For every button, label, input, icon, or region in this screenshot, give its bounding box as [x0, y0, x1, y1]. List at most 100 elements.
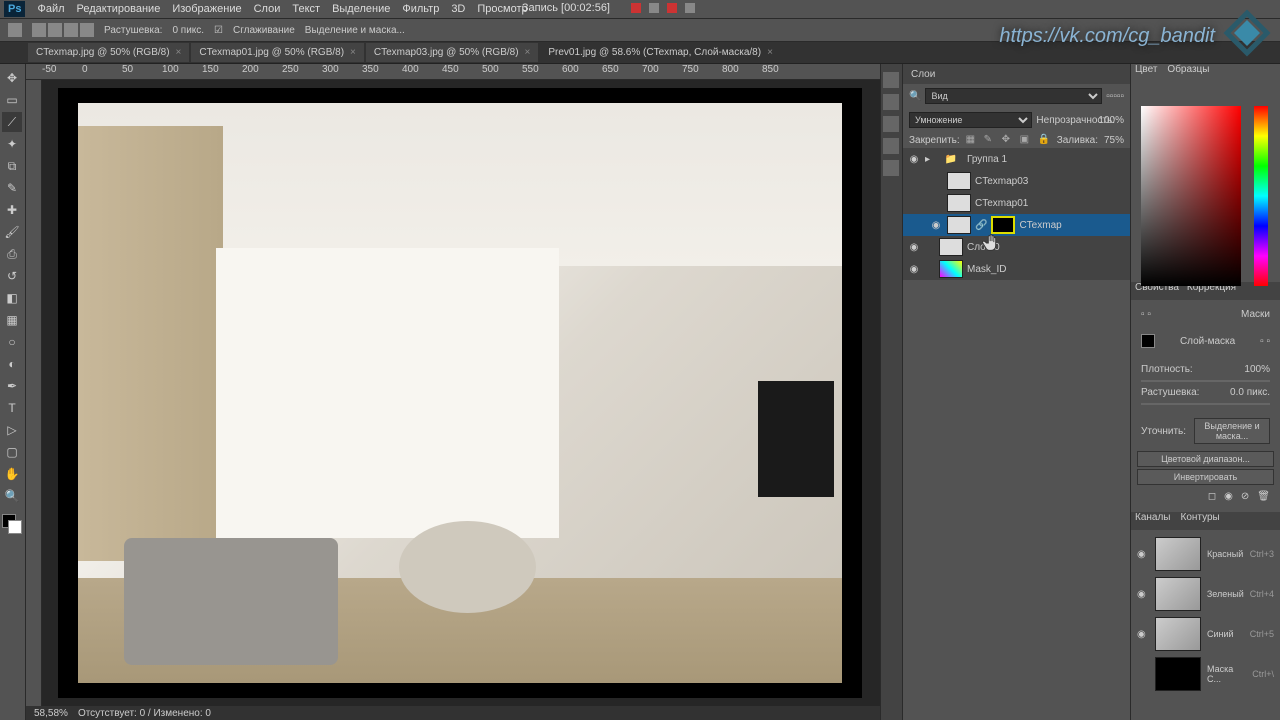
pause-icon[interactable] — [649, 3, 659, 13]
pen-tool[interactable]: ✒ — [2, 376, 22, 396]
layer-thumbnail[interactable] — [947, 194, 971, 212]
tab-paths[interactable]: Контуры — [1181, 512, 1220, 530]
select-mask-button[interactable]: Выделение и маска... — [305, 25, 405, 36]
feather-prop-value[interactable]: 0.0 пикс. — [1230, 387, 1270, 398]
visibility-icon[interactable]: ◉ — [907, 264, 921, 275]
menu-edit[interactable]: Редактирование — [77, 3, 161, 15]
layer-thumbnail[interactable] — [939, 238, 963, 256]
move-tool[interactable]: ✥ — [2, 68, 22, 88]
lock-move-icon[interactable]: ✥ — [1002, 134, 1014, 146]
lock-all-icon[interactable]: 🔒 — [1038, 134, 1050, 146]
menu-text[interactable]: Текст — [292, 3, 320, 15]
layer-filter-select[interactable]: Вид — [925, 88, 1102, 104]
lock-art-icon[interactable]: ▣ — [1020, 134, 1032, 146]
canvas[interactable] — [58, 88, 862, 698]
hand-tool[interactable]: ✋ — [2, 464, 22, 484]
color-picker[interactable] — [1131, 82, 1280, 282]
tab-1[interactable]: CTexmap01.jpg @ 50% (RGB/8)× — [191, 43, 364, 62]
select-mask-btn[interactable]: Выделение и маска... — [1194, 418, 1270, 444]
para-panel-icon[interactable] — [883, 138, 899, 154]
blend-mode-select[interactable]: Умножение — [909, 112, 1032, 128]
layer-item-selected[interactable]: ◉ 🔗 CTexmap — [903, 214, 1130, 236]
tab-0[interactable]: CTexmap.jpg @ 50% (RGB/8)× — [28, 43, 189, 62]
visibility-icon[interactable]: ◉ — [907, 242, 921, 253]
info-panel-icon[interactable] — [883, 72, 899, 88]
visibility-icon[interactable]: ◉ — [929, 220, 943, 231]
heal-tool[interactable]: ✚ — [2, 200, 22, 220]
fill-value[interactable]: 75% — [1104, 135, 1124, 146]
zoom-tool[interactable]: 🔍 — [2, 486, 22, 506]
marquee-tool[interactable]: ▭ — [2, 90, 22, 110]
tab-3[interactable]: Prev01.jpg @ 58.6% (CTexmap, Слой-маска/… — [540, 43, 781, 62]
history-brush-tool[interactable]: ↺ — [2, 266, 22, 286]
adjust-panel-icon[interactable] — [883, 160, 899, 176]
hue-slider[interactable] — [1254, 106, 1268, 286]
tab-swatches[interactable]: Образцы — [1167, 64, 1209, 82]
char-panel-icon[interactable] — [883, 116, 899, 132]
zoom-level[interactable]: 58,58% — [34, 708, 68, 719]
delete-mask-icon[interactable]: 🗑 — [1257, 491, 1270, 502]
opacity-value[interactable]: 100% — [1098, 115, 1124, 126]
layer-item[interactable]: CTexmap03 — [903, 170, 1130, 192]
disable-mask-icon[interactable]: ⊘ — [1241, 491, 1249, 502]
color-field[interactable] — [1141, 106, 1241, 286]
menu-view[interactable]: Просмотр — [477, 3, 527, 15]
text-tool[interactable]: T — [2, 398, 22, 418]
tab-color[interactable]: Цвет — [1135, 64, 1157, 82]
layer-thumbnail[interactable] — [939, 260, 963, 278]
sel-add-icon[interactable] — [48, 23, 62, 37]
layer-thumbnail[interactable] — [947, 216, 971, 234]
layer-group[interactable]: ◉ ▸ 📁 Группа 1 — [903, 148, 1130, 170]
apply-mask-icon[interactable]: ◉ — [1224, 491, 1233, 502]
load-sel-icon[interactable]: ◻ — [1208, 491, 1216, 502]
close-rec-icon[interactable] — [685, 3, 695, 13]
stamp-tool[interactable]: ⎙ — [2, 244, 22, 264]
lock-pixels-icon[interactable]: ▦ — [966, 134, 978, 146]
layer-item[interactable]: ◉ Слой 0 — [903, 236, 1130, 258]
bg-color-swatch[interactable] — [8, 520, 22, 534]
antialias-label[interactable]: Сглаживание — [233, 25, 295, 36]
crop-tool[interactable]: ⧉ — [2, 156, 22, 176]
menu-image[interactable]: Изображение — [172, 3, 241, 15]
sel-int-icon[interactable] — [80, 23, 94, 37]
stop-icon[interactable] — [667, 3, 677, 13]
menu-filter[interactable]: Фильтр — [402, 3, 439, 15]
layer-item[interactable]: ◉ Mask_ID — [903, 258, 1130, 280]
menu-layers[interactable]: Слои — [254, 3, 281, 15]
menu-select[interactable]: Выделение — [332, 3, 390, 15]
lasso-tool[interactable]: ⟋ — [2, 112, 22, 132]
sel-sub-icon[interactable] — [64, 23, 78, 37]
eyedropper-tool[interactable]: ✎ — [2, 178, 22, 198]
brush-tool[interactable]: 🖌 — [2, 222, 22, 242]
lock-brush-icon[interactable]: ✎ — [984, 134, 996, 146]
tool-preset-icon[interactable] — [8, 23, 22, 37]
menu-3d[interactable]: 3D — [451, 3, 465, 15]
eraser-tool[interactable]: ◧ — [2, 288, 22, 308]
tab-channels[interactable]: Каналы — [1135, 512, 1171, 530]
layer-item[interactable]: CTexmap01 — [903, 192, 1130, 214]
blur-tool[interactable]: ○ — [2, 332, 22, 352]
channel-item[interactable]: ◉ЗеленыйCtrl+4 — [1135, 574, 1276, 614]
channel-item[interactable]: ◉КрасныйCtrl+3 — [1135, 534, 1276, 574]
invert-btn[interactable]: Инвертировать — [1137, 469, 1274, 485]
tab-2[interactable]: CTexmap03.jpg @ 50% (RGB/8)× — [366, 43, 539, 62]
density-label: Плотность: — [1141, 364, 1193, 375]
channel-item[interactable]: Маска C...Ctrl+\ — [1135, 654, 1276, 694]
visibility-icon[interactable]: ◉ — [907, 154, 921, 165]
feather-value[interactable]: 0 пикс. — [172, 25, 204, 36]
layer-thumbnail[interactable] — [947, 172, 971, 190]
wand-tool[interactable]: ✦ — [2, 134, 22, 154]
mask-thumbnail[interactable] — [991, 216, 1015, 234]
dodge-tool[interactable]: ◐ — [2, 354, 22, 374]
sel-new-icon[interactable] — [32, 23, 46, 37]
shape-tool[interactable]: ▢ — [2, 442, 22, 462]
channel-item[interactable]: ◉СинийCtrl+5 — [1135, 614, 1276, 654]
density-value[interactable]: 100% — [1244, 364, 1270, 375]
menu-file[interactable]: Файл — [37, 3, 64, 15]
gradient-tool[interactable]: ▦ — [2, 310, 22, 330]
layers-tab[interactable]: Слои — [903, 64, 1130, 84]
path-tool[interactable]: ▷ — [2, 420, 22, 440]
history-panel-icon[interactable] — [883, 94, 899, 110]
record-icon[interactable] — [631, 3, 641, 13]
color-range-btn[interactable]: Цветовой диапазон... — [1137, 451, 1274, 467]
